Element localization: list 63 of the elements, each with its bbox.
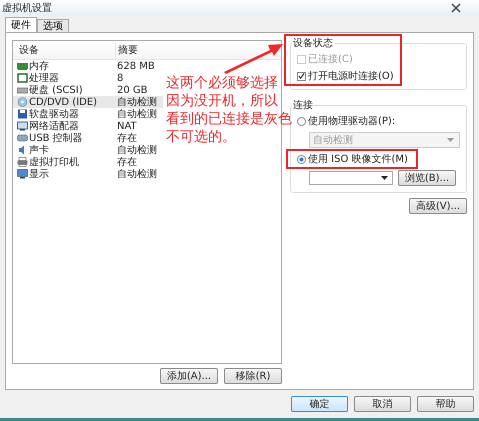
device-summary: NAT (116, 120, 137, 132)
iso-path-field[interactable] (309, 171, 393, 185)
list-button[interactable]: 添加(A)... (160, 368, 218, 384)
caret-icon (447, 138, 454, 142)
usb-icon (17, 133, 28, 143)
checkbox-option[interactable]: 打开电源时连接(O) (297, 69, 394, 83)
device-summary: 自动检测 (116, 168, 157, 181)
radio-option[interactable]: 使用物理驱动器(P): (297, 114, 396, 128)
device-row[interactable]: 虚拟打印机 存在 (13, 156, 163, 168)
tab[interactable]: 选项 (37, 19, 69, 32)
device-name: 处理器 (29, 72, 59, 85)
device-name: 软盘驱动器 (29, 108, 79, 120)
caret-icon (381, 176, 388, 180)
device-row[interactable]: 内存 628 MB (13, 60, 163, 72)
group-title: 设备状态 (292, 36, 334, 50)
list-button[interactable]: 移除(R) (224, 368, 282, 384)
device-name: CD/DVD (IDE) (29, 96, 98, 108)
window-title: 虚拟机设置 (2, 2, 52, 15)
network-icon (17, 121, 28, 131)
device-row[interactable]: USB 控制器 存在 (13, 132, 163, 144)
device-name: 内存 (29, 60, 49, 72)
tab[interactable]: 硬件 (5, 17, 37, 32)
dialog-button[interactable]: 确定 (291, 396, 348, 412)
disc-icon (17, 97, 28, 107)
device-name: USB 控制器 (29, 132, 83, 144)
device-name: 显示 (29, 168, 49, 181)
device-summary: 628 MB (116, 60, 155, 72)
device-row[interactable]: 处理器 8 (13, 72, 163, 84)
column-header[interactable]: 设备 (13, 43, 116, 57)
radio-button[interactable] (297, 154, 306, 164)
device-name: 声卡 (29, 144, 49, 156)
device-summary: 存在 (116, 156, 137, 169)
device-row[interactable]: 显示 自动检测 (13, 168, 163, 180)
printer-icon (17, 157, 28, 167)
radio-button[interactable] (297, 116, 306, 126)
device-row[interactable]: 软盘驱动器 自动检测 (13, 108, 163, 120)
floppy-icon (17, 109, 28, 119)
radio-option[interactable]: 使用 ISO 映像文件(M) (297, 152, 408, 166)
device-summary: 自动检测 (116, 144, 157, 157)
group-title: 连接 (292, 98, 314, 112)
device-name: 网络适配器 (29, 120, 79, 132)
device-name: 虚拟打印机 (29, 156, 79, 169)
device-summary: 自动检测 (116, 96, 157, 108)
device-summary: 20 GB (116, 84, 148, 96)
dialog-button[interactable]: 帮助 (417, 396, 474, 412)
browse-button[interactable]: 浏览(B)... (398, 170, 456, 186)
advanced-button[interactable]: 高级(V)... (409, 198, 467, 214)
device-summary: 存在 (116, 132, 137, 145)
dialog-button[interactable]: 取消 (354, 396, 411, 412)
annotation-text: 这两个必须够选择 因为没开机，所以 看到的已连接是灰色 不可选的。 (166, 74, 292, 146)
column-header[interactable]: 摘要 (116, 43, 138, 57)
device-row[interactable]: 声卡 自动检测 (13, 144, 163, 156)
memory-icon (17, 61, 28, 71)
device-row[interactable]: CD/DVD (IDE) 自动检测 (13, 96, 163, 108)
processor-icon (17, 73, 28, 83)
monitor-icon (17, 169, 28, 179)
device-summary: 8 (116, 72, 124, 84)
device-summary: 自动检测 (116, 108, 157, 121)
device-row[interactable]: 硬盘 (SCSI) 20 GB (13, 84, 163, 96)
checkbox[interactable] (297, 72, 306, 80)
device-name: 硬盘 (SCSI) (29, 84, 83, 97)
close-icon[interactable] (451, 3, 461, 13)
device-row[interactable]: 网络适配器 NAT (13, 120, 163, 132)
